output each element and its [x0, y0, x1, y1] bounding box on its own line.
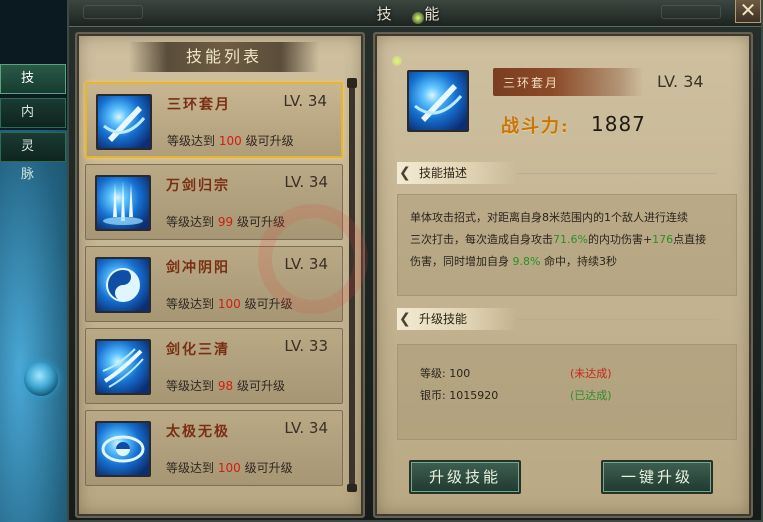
skill-name: 万剑归宗 — [166, 178, 230, 194]
scrollbar-thumb[interactable] — [347, 78, 357, 88]
level-status-badge: (未达成) — [570, 367, 612, 380]
skill-requirement: 等级达到 98 级可升级 — [166, 379, 285, 393]
skill-window: 技 能 ✕ 技能列表 三环套月 LV. 34 等级达到 100 级可升级 万剑归… — [67, 0, 763, 522]
chevron-left-icon: ❮ — [399, 311, 411, 327]
sword-slash-icon — [96, 94, 152, 150]
upgrade-skill-button[interactable]: 升级技能 — [409, 460, 521, 494]
skill-description: 单体攻击招式，对距离自身8米范围内的1个敌人进行连续 三次打击，每次造成自身攻击… — [397, 194, 737, 296]
skill-level: LV. 34 — [284, 419, 328, 437]
required-silver: 银币: 1015920 — [420, 389, 499, 402]
sparkle-effect — [392, 56, 402, 66]
side-tab-spirit-vein[interactable]: 灵脉 — [0, 132, 66, 182]
skill-requirement: 等级达到 100 级可升级 — [167, 134, 294, 148]
chevron-left-icon: ❮ — [399, 165, 411, 181]
skill-item-4[interactable]: 剑化三清 LV. 33 等级达到 98 级可升级 — [85, 328, 343, 404]
side-tab-inner-power[interactable]: 内功 — [0, 98, 66, 148]
skill-name: 太极无极 — [166, 424, 230, 440]
skill-requirement: 等级达到 100 级可升级 — [166, 461, 293, 475]
skill-name: 剑化三清 — [166, 342, 230, 358]
detail-skill-name: 三环套月 — [503, 76, 560, 90]
required-level: 等级: 100 — [420, 367, 471, 380]
close-button[interactable]: ✕ — [735, 0, 761, 23]
skill-item-1[interactable]: 三环套月 LV. 34 等级达到 100 级可升级 — [85, 82, 343, 158]
one-key-upgrade-button[interactable]: 一键升级 — [601, 460, 713, 494]
skill-list-header: 技能列表 — [129, 42, 319, 72]
game-screen: 技能 内功 灵脉 技 能 ✕ 技能列表 三环套月 LV. 34 等级达到 100… — [0, 0, 763, 522]
yin-yang-icon — [95, 257, 151, 313]
skill-level: LV. 33 — [284, 337, 328, 355]
skill-description-header: ❮ 技能描述 — [397, 162, 517, 184]
combat-power-value: 1887 — [591, 112, 646, 136]
skill-name: 剑冲阴阳 — [166, 260, 230, 276]
divider — [517, 173, 717, 174]
sword-rain-icon — [95, 175, 151, 231]
sparkle-effect — [412, 12, 424, 24]
sword-slash-icon — [407, 70, 469, 132]
background-orb — [24, 362, 58, 396]
taiji-icon — [95, 421, 151, 477]
silver-status-badge: (已达成) — [570, 389, 612, 402]
skill-level: LV. 34 — [283, 92, 327, 110]
skill-detail-panel: 三环套月 LV. 34 战斗力: 1887 ❮ 技能描述 单体攻击招式，对距离自… — [373, 32, 753, 518]
detail-skill-level: LV. 34 — [657, 72, 704, 91]
side-tab-skills[interactable]: 技能 — [0, 64, 66, 114]
skill-description-text: 单体攻击招式，对距离自身8米范围内的1个敌人进行连续 三次打击，每次造成自身攻击… — [410, 211, 707, 268]
upgrade-skill-header: ❮ 升级技能 — [397, 308, 517, 330]
divider — [517, 319, 717, 320]
skill-level: LV. 34 — [284, 173, 328, 191]
triple-slash-icon — [95, 339, 151, 395]
skill-item-5[interactable]: 太极无极 LV. 34 等级达到 100 级可升级 — [85, 410, 343, 486]
scrollbar-end-cap — [347, 484, 357, 492]
watermark-logo — [258, 204, 368, 314]
skill-name: 三环套月 — [167, 97, 231, 113]
upgrade-requirements: 等级: 100 (未达成) 银币: 1015920 (已达成) — [397, 344, 737, 440]
combat-power-label: 战斗力: — [501, 116, 570, 137]
